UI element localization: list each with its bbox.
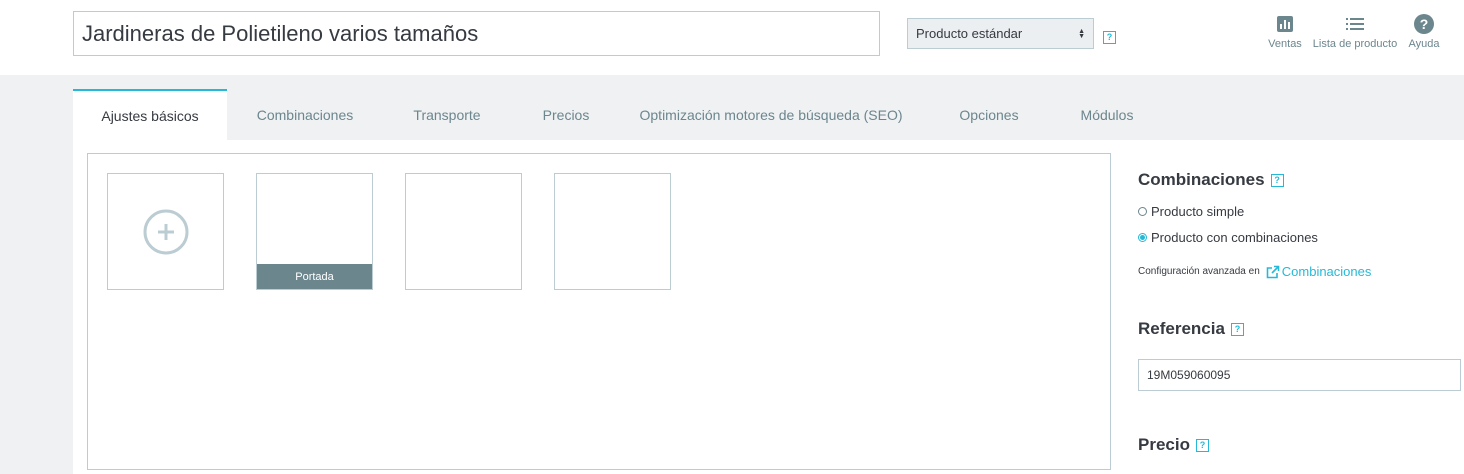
product-with-combinations-label: Producto con combinaciones xyxy=(1151,230,1318,245)
combinations-section-title: Combinaciones ? xyxy=(1138,170,1284,190)
combinations-link-label: Combinaciones xyxy=(1281,264,1372,279)
sales-label: Ventas xyxy=(1268,38,1302,50)
tab-basic-settings[interactable]: Ajustes básicos xyxy=(73,89,227,140)
external-link-icon xyxy=(1266,265,1280,278)
combinations-help-icon[interactable]: ? xyxy=(1270,173,1284,187)
tab-modules[interactable]: Módulos xyxy=(1069,89,1145,140)
simple-product-radio[interactable] xyxy=(1138,207,1147,216)
advanced-config-text: Configuración avanzada en xyxy=(1138,266,1260,277)
cover-label: Portada xyxy=(257,264,372,289)
reference-input[interactable] xyxy=(1138,359,1461,391)
tab-combinations[interactable]: Combinaciones xyxy=(245,89,365,140)
combinations-link[interactable]: Combinaciones xyxy=(1266,264,1372,279)
tab-pricing[interactable]: Precios xyxy=(531,89,601,140)
price-help-icon[interactable]: ? xyxy=(1195,438,1209,452)
product-with-combinations-radio[interactable] xyxy=(1138,233,1147,242)
bar-chart-icon xyxy=(1265,14,1305,34)
page-header: Producto estándar ▲▼ ? Ventas Lista de p… xyxy=(0,0,1464,75)
help-action[interactable]: ? Ayuda xyxy=(1404,14,1444,50)
help-circle-icon: ? xyxy=(1404,14,1444,34)
help-label: Ayuda xyxy=(1408,38,1440,50)
product-list-label: Lista de producto xyxy=(1312,38,1398,50)
price-section-title: Precio ? xyxy=(1138,435,1209,455)
list-icon xyxy=(1309,14,1401,34)
product-name-input[interactable] xyxy=(73,11,880,56)
svg-text:?: ? xyxy=(1420,16,1429,32)
reference-section-title: Referencia ? xyxy=(1138,319,1244,339)
product-image-cover[interactable]: Portada xyxy=(256,173,373,290)
advanced-config-row: Configuración avanzada en Combinaciones xyxy=(1138,264,1371,279)
product-with-combinations-option[interactable]: Producto con combinaciones xyxy=(1138,230,1318,245)
price-title: Precio xyxy=(1138,435,1190,454)
tab-options[interactable]: Opciones xyxy=(949,89,1029,140)
product-list-action[interactable]: Lista de producto xyxy=(1309,14,1401,50)
product-image[interactable] xyxy=(554,173,671,290)
product-type-help-icon[interactable]: ? xyxy=(1103,31,1116,44)
sales-action[interactable]: Ventas xyxy=(1265,14,1305,50)
product-type-select[interactable]: Producto estándar ▲ ▼ xyxy=(907,18,1094,49)
reference-help-icon[interactable]: ? xyxy=(1230,322,1244,336)
tab-shipping[interactable]: Transporte xyxy=(403,89,491,140)
combinations-title: Combinaciones xyxy=(1138,170,1265,189)
tab-seo[interactable]: Optimización motores de búsqueda (SEO) xyxy=(640,89,903,140)
simple-product-option[interactable]: Producto simple xyxy=(1138,204,1244,219)
add-image-button[interactable] xyxy=(107,173,224,290)
select-arrows-icon: ▲ ▼ xyxy=(1078,27,1085,40)
simple-product-label: Producto simple xyxy=(1151,204,1245,219)
plus-circle-icon xyxy=(143,209,189,255)
reference-title: Referencia xyxy=(1138,319,1225,338)
product-image[interactable] xyxy=(405,173,522,290)
product-type-value: Producto estándar xyxy=(916,26,1023,41)
